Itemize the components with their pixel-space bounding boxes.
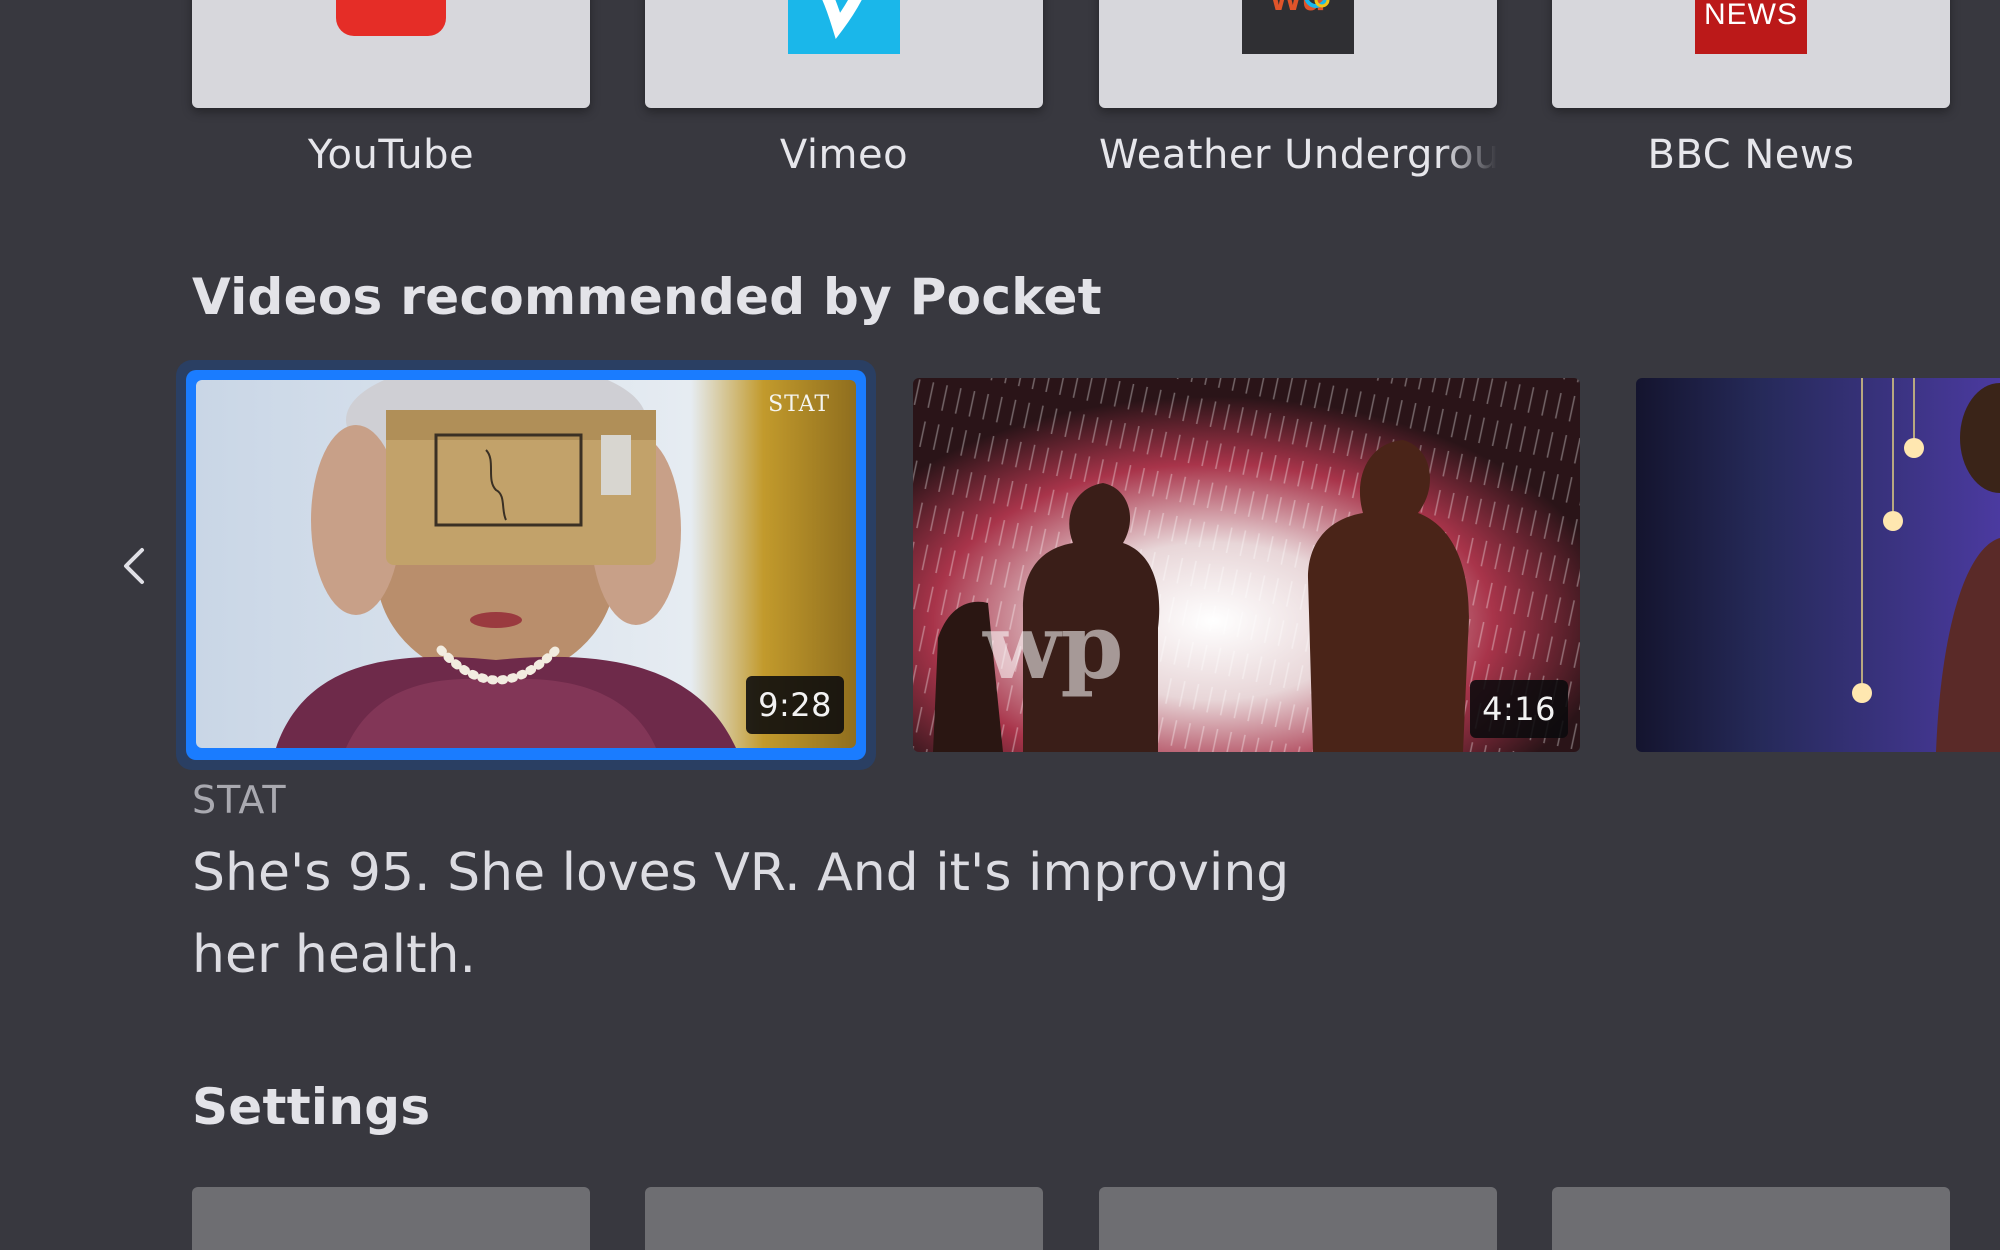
carousel-previous-button[interactable] <box>112 540 156 592</box>
settings-tile-3[interactable] <box>1099 1187 1497 1250</box>
chevron-left-icon <box>124 548 144 584</box>
settings-tile-2[interactable] <box>645 1187 1043 1250</box>
app-tile-bbc-news[interactable]: NEWS <box>1552 0 1950 108</box>
settings-tile-1[interactable] <box>192 1187 590 1250</box>
video-card-1[interactable]: STAT 9:28 <box>196 380 856 748</box>
app-tile-weather-underground[interactable]: wu <box>1099 0 1497 108</box>
video-title: She's 95. She loves VR. And it's improvi… <box>192 843 1290 985</box>
svg-text:wp: wp <box>982 594 1123 700</box>
vimeo-icon <box>788 0 900 54</box>
app-label-youtube: YouTube <box>307 132 475 178</box>
video-card-2[interactable]: wp 4:16 <box>913 378 1580 752</box>
weather-underground-icon: wu <box>1242 0 1354 54</box>
video-watermark: STAT <box>768 392 830 417</box>
browser-home-screen: YouTube Vimeo wu Weather Undergrou NEWS … <box>0 0 2000 1250</box>
video-card-3[interactable] <box>1636 378 2000 752</box>
video-source-label: STAT <box>192 778 287 822</box>
settings-section-heading: Settings <box>192 1078 431 1136</box>
youtube-icon <box>336 0 446 36</box>
app-label-bbc-news: BBC News <box>1647 132 1855 178</box>
video-thumbnail-3 <box>1636 378 2000 752</box>
app-tile-vimeo[interactable] <box>645 0 1043 108</box>
app-label-weather-underground: Weather Undergrou <box>1099 132 1497 178</box>
bbc-news-logo-text: NEWS <box>1704 0 1798 31</box>
settings-tile-4[interactable] <box>1552 1187 1950 1250</box>
pocket-section-heading: Videos recommended by Pocket <box>192 268 1102 326</box>
video-duration-badge: 4:16 <box>1470 680 1568 738</box>
app-tile-youtube[interactable] <box>192 0 590 108</box>
app-label-vimeo: Vimeo <box>779 132 909 178</box>
video-duration-badge: 9:28 <box>746 676 844 734</box>
